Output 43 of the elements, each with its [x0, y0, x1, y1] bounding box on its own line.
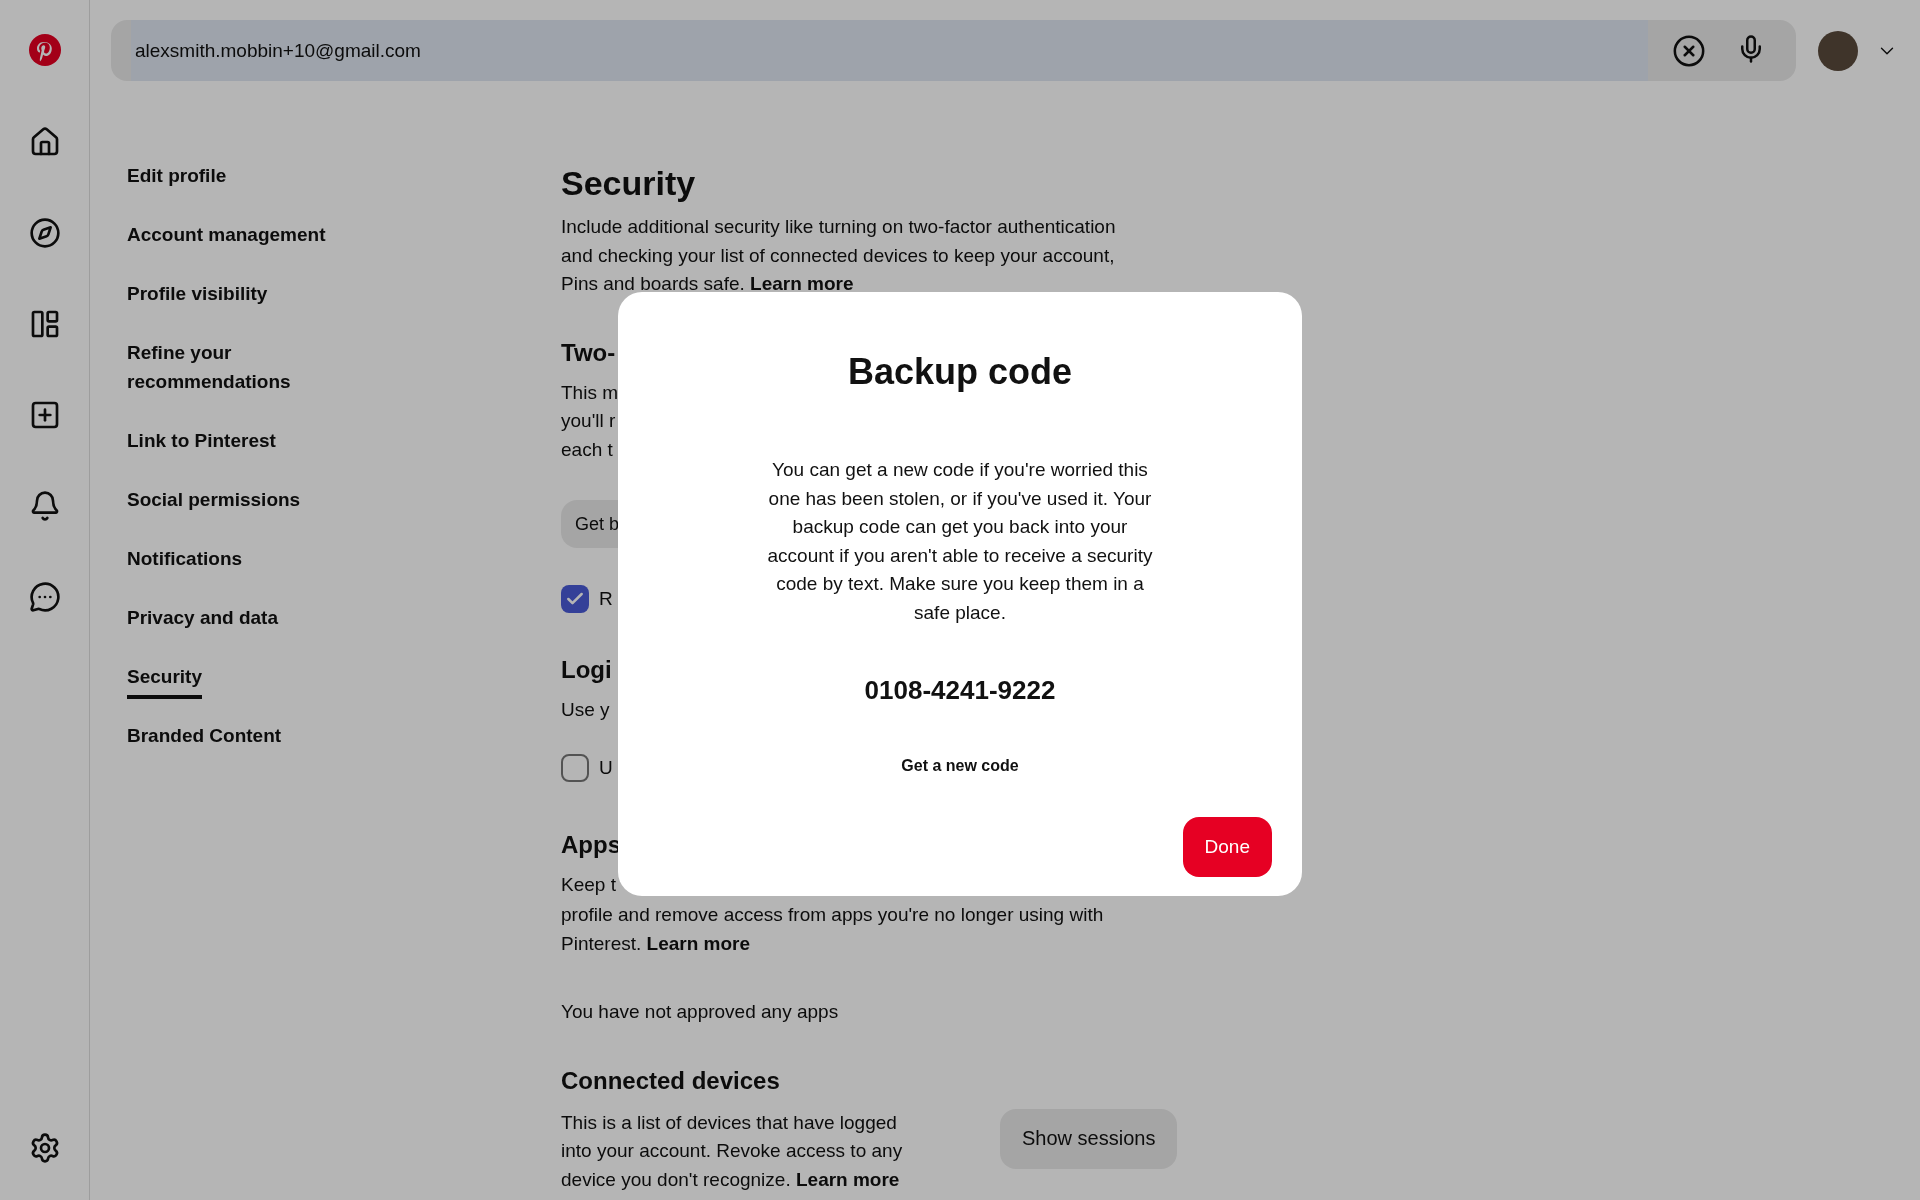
- section-title: Logi: [561, 654, 612, 685]
- section-title: Connected devices: [561, 1065, 780, 1096]
- section-text: each t: [561, 437, 613, 462]
- learn-more-link[interactable]: Learn more: [795, 1168, 900, 1190]
- section-text: you'll r: [561, 409, 616, 433]
- modal-title: Backup code: [847, 350, 1073, 394]
- checkbox-label: R: [599, 587, 613, 611]
- section-text: Pinterest. Learn more: [561, 931, 751, 956]
- settings-nav-item[interactable]: Notifications: [127, 544, 327, 573]
- settings-nav-item[interactable]: Edit profile: [127, 161, 327, 190]
- section-text: Keep t: [561, 872, 616, 897]
- checkbox[interactable]: [561, 585, 589, 614]
- settings-nav-item[interactable]: Social permissions: [127, 485, 327, 514]
- search-field[interactable]: alexsmith.mobbin+10@gmail.com: [111, 20, 1796, 81]
- settings-nav-item[interactable]: Account management: [127, 220, 327, 249]
- checkbox-label: U: [599, 756, 613, 780]
- new-code-link[interactable]: Get a new code: [901, 757, 1019, 775]
- settings-nav-item[interactable]: Branded Content: [127, 721, 327, 750]
- section-text: This is a list of devices that have logged into your account. Revoke access to any device you don't recognize. Learn more: [561, 1110, 904, 1192]
- section-text: This m: [561, 380, 618, 405]
- avatar[interactable]: [1818, 30, 1858, 71]
- backup-code: 0108-4241-9222: [864, 675, 1056, 706]
- settings-nav-item[interactable]: Profile visibility: [127, 279, 327, 308]
- section-text: profile and remove access from apps you're no longer using with: [561, 903, 1104, 927]
- close-icon[interactable]: [1672, 33, 1706, 68]
- compass-icon[interactable]: [28, 217, 61, 249]
- section-text: Use y: [561, 697, 610, 722]
- settings-nav-item[interactable]: Privacy and data: [127, 603, 327, 632]
- section-title: Two-: [561, 337, 616, 368]
- done-button[interactable]: Done: [1182, 817, 1272, 877]
- chat-icon[interactable]: [28, 581, 61, 613]
- learn-more-link[interactable]: Learn more: [646, 932, 751, 954]
- logo-icon[interactable]: [28, 34, 61, 66]
- modal-text: You can get a new code if you're worried this one has been stolen, or if you've used it. Your backup code can get you back into your account if you aren't able to receive a security code by text. Make sure you keep them in a safe place.: [766, 458, 1154, 625]
- settings-nav-item[interactable]: Refine your recommendations: [127, 338, 327, 396]
- settings-nav-item[interactable]: Security: [127, 662, 202, 699]
- settings-nav-item[interactable]: Link to Pinterest: [127, 426, 327, 455]
- empty-apps-text: You have not approved any apps: [561, 1000, 839, 1024]
- section-title: Apps: [561, 829, 621, 860]
- page-title: Security: [561, 163, 697, 204]
- checkbox[interactable]: [561, 754, 589, 783]
- learn-more-link[interactable]: Learn more: [750, 273, 854, 294]
- show-sessions-button[interactable]: Show sessions: [1000, 1108, 1178, 1169]
